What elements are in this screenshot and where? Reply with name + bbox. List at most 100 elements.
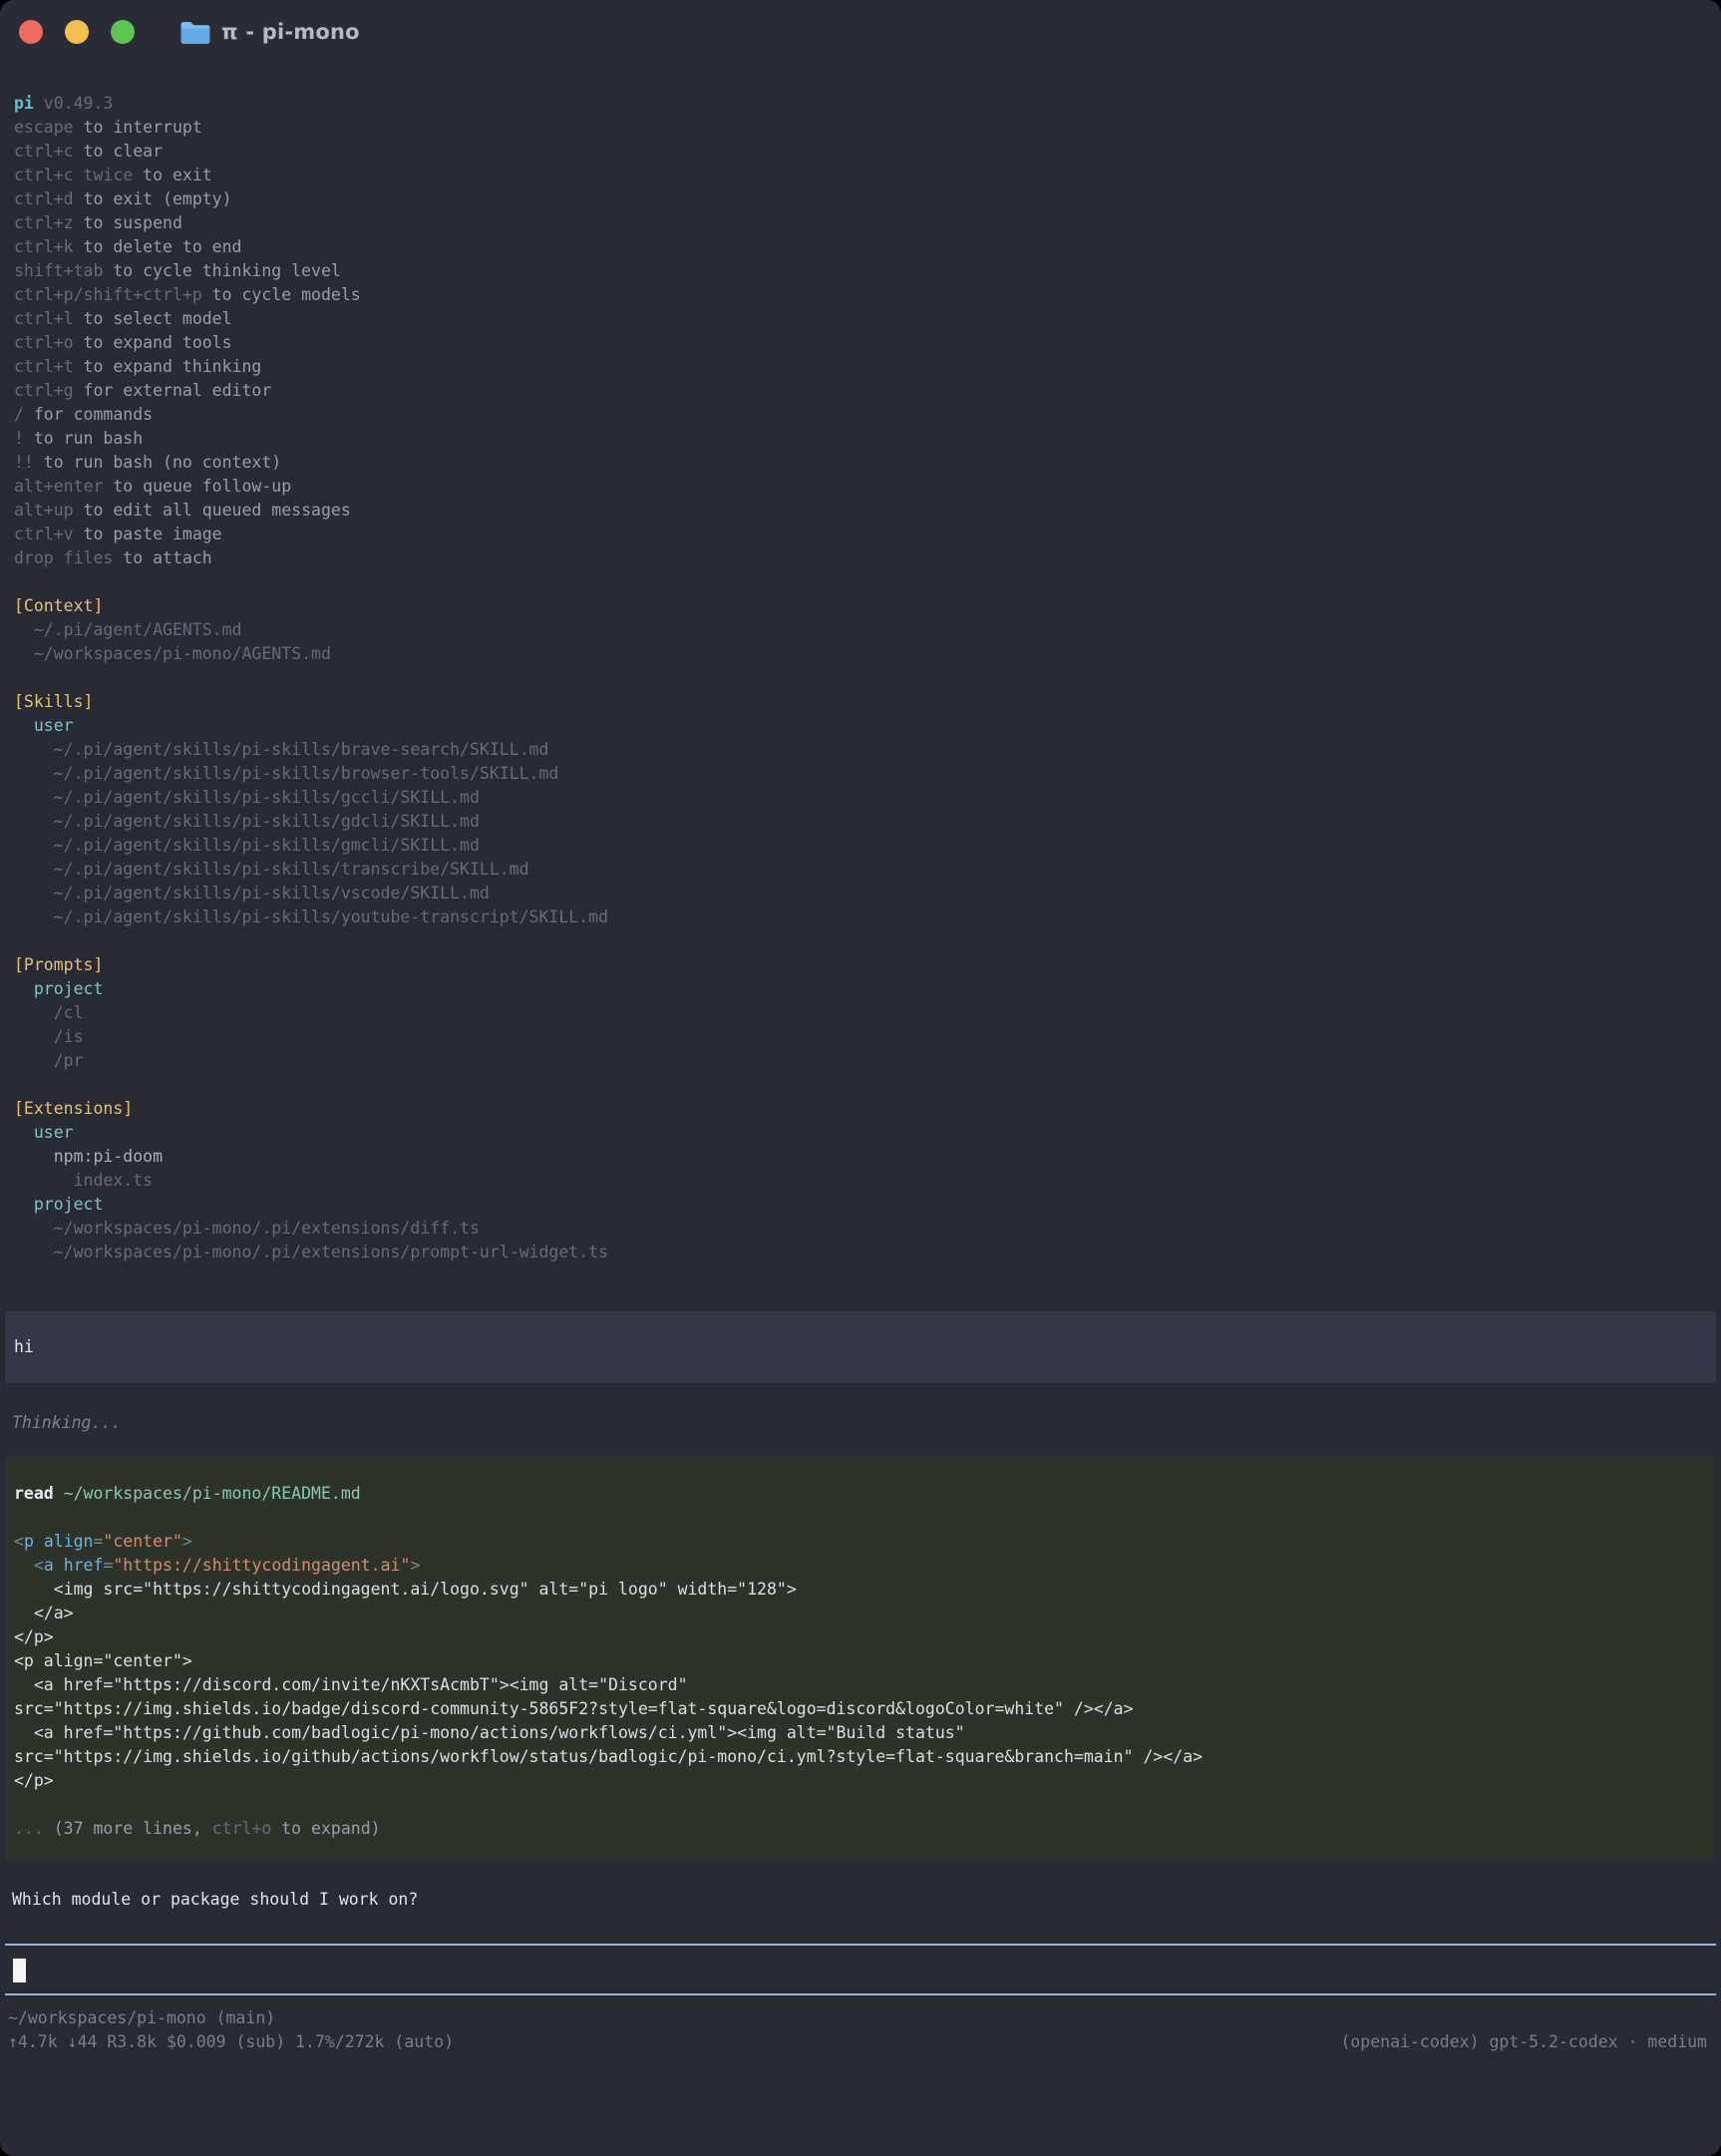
terminal-line: </a>: [14, 1602, 1706, 1625]
text-segment: [14, 1556, 34, 1575]
text-segment: ctrl+p/shift+ctrl+p: [14, 285, 202, 304]
text-segment: user: [14, 716, 74, 735]
close-button[interactable]: [19, 20, 43, 44]
terminal-line: alt+enter to queue follow-up: [14, 475, 1721, 499]
text-segment: !!: [14, 453, 34, 472]
terminal-line: </p>: [14, 1625, 1706, 1649]
assistant-question: Which module or package should I work on…: [0, 1888, 1721, 1912]
terminal-line: [14, 1793, 1706, 1817]
text-segment: /pr: [14, 1051, 84, 1070]
text-segment: to expand tools: [74, 333, 232, 352]
text-segment: to expand thinking: [74, 357, 262, 376]
text-segment: to expand): [271, 1819, 380, 1838]
text-segment: ~/.pi/agent/skills/pi-skills/gmcli/SKILL…: [14, 836, 480, 855]
prompt-input[interactable]: [5, 1944, 1716, 1995]
text-segment: for external editor: [74, 381, 272, 400]
terminal-line: ~/workspaces/pi-mono/AGENTS.md: [14, 642, 1721, 666]
text-segment: ctrl+o: [212, 1819, 272, 1838]
text-segment: >: [410, 1556, 420, 1575]
terminal-line: /cl: [14, 1001, 1721, 1025]
terminal-line: /is: [14, 1025, 1721, 1049]
text-segment: [34, 1532, 44, 1551]
text-cursor: [13, 1959, 26, 1982]
text-segment: (37 more lines,: [54, 1819, 212, 1838]
text-segment: to clear: [74, 142, 163, 161]
text-segment: to paste image: [74, 525, 222, 543]
terminal-line: project: [14, 977, 1721, 1001]
text-segment: read: [14, 1484, 54, 1503]
terminal-line: ctrl+c to clear: [14, 140, 1721, 164]
text-segment: ~/.pi/agent/skills/pi-skills/vscode/SKIL…: [14, 884, 490, 902]
text-segment: a: [44, 1556, 54, 1575]
text-segment: ↑4.7k ↓44 R3.8k $0.009 (sub) 1.7%/272k (…: [8, 2032, 454, 2051]
terminal-line: ctrl+k to delete to end: [14, 235, 1721, 259]
terminal-line: ~/.pi/agent/skills/pi-skills/gmcli/SKILL…: [14, 834, 1721, 858]
zoom-button[interactable]: [111, 20, 135, 44]
user-message-text: hi: [14, 1335, 1707, 1359]
text-segment: ...: [14, 1819, 54, 1838]
text-segment: escape: [14, 118, 74, 137]
text-segment: </p>: [14, 1771, 54, 1790]
terminal-line: src="https://img.shields.io/badge/discor…: [14, 1697, 1706, 1721]
terminal-line: ~/.pi/agent/skills/pi-skills/transcribe/…: [14, 858, 1721, 882]
text-segment: drop files: [14, 548, 113, 567]
text-segment: shift+tab: [14, 261, 103, 280]
user-message: hi: [5, 1311, 1716, 1383]
text-segment: <: [34, 1556, 44, 1575]
text-segment: to cycle models: [202, 285, 361, 304]
terminal-line: ctrl+z to suspend: [14, 211, 1721, 235]
text-segment: </a>: [14, 1604, 74, 1622]
terminal-line: ctrl+d to exit (empty): [14, 187, 1721, 211]
terminal-line: ctrl+c twice to exit: [14, 164, 1721, 187]
terminal-line: ~/workspaces/pi-mono/.pi/extensions/diff…: [14, 1217, 1721, 1241]
text-segment: >: [182, 1532, 192, 1551]
text-segment: ~/workspaces/pi-mono (main): [8, 2008, 275, 2027]
text-segment: ctrl+d: [14, 189, 74, 208]
text-segment: for commands: [24, 405, 153, 424]
text-segment: v0.49.3: [34, 94, 113, 113]
text-segment: /cl: [14, 1003, 84, 1022]
terminal-line: [14, 1506, 1706, 1530]
terminal-line: pi v0.49.3: [14, 92, 1721, 116]
text-segment: src="https://img.shields.io/github/actio…: [14, 1747, 1203, 1766]
terminal-line: user: [14, 714, 1721, 738]
text-segment: <img src="https://shittycodingagent.ai/l…: [14, 1580, 797, 1599]
terminal-line: ~/.pi/agent/AGENTS.md: [14, 618, 1721, 642]
text-segment: to select model: [74, 309, 232, 328]
terminal-line: ctrl+l to select model: [14, 307, 1721, 331]
help-text: pi v0.49.3escape to interruptctrl+c to c…: [0, 92, 1721, 570]
terminal-line: project: [14, 1193, 1721, 1217]
text-segment: ctrl+v: [14, 525, 74, 543]
text-segment: ctrl+c twice: [14, 166, 133, 184]
terminal-line: read ~/workspaces/pi-mono/README.md: [14, 1482, 1706, 1506]
text-segment: ctrl+z: [14, 213, 74, 232]
thinking-indicator: Thinking...: [0, 1411, 1721, 1435]
text-segment: ctrl+g: [14, 381, 74, 400]
text-segment: project: [14, 979, 103, 998]
text-segment: /is: [14, 1027, 84, 1046]
text-segment: =: [93, 1532, 103, 1551]
text-segment: ~/.pi/agent/skills/pi-skills/browser-too…: [14, 764, 558, 783]
text-segment: "https://shittycodingagent.ai": [113, 1556, 410, 1575]
text-segment: <p align="center">: [14, 1651, 192, 1670]
text-segment: to exit (empty): [74, 189, 232, 208]
terminal-line: ctrl+t to expand thinking: [14, 355, 1721, 379]
text-segment: alt+enter: [14, 477, 103, 496]
text-segment: project: [14, 1195, 103, 1214]
terminal-line: ctrl+p/shift+ctrl+p to cycle models: [14, 283, 1721, 307]
terminal-line: ! to run bash: [14, 427, 1721, 451]
window-titlebar: π - pi-mono: [0, 0, 1721, 64]
text-segment: [Skills]: [14, 692, 93, 711]
terminal-line: [Prompts]: [14, 953, 1721, 977]
terminal-line: npm:pi-doom: [14, 1145, 1721, 1169]
text-segment: </p>: [14, 1627, 54, 1646]
minimize-button[interactable]: [65, 20, 89, 44]
text-segment: to delete to end: [74, 237, 242, 256]
terminal-line: [14, 1073, 1721, 1097]
text-segment: <: [14, 1532, 24, 1551]
text-segment: pi: [14, 94, 34, 113]
terminal-line: ctrl+g for external editor: [14, 379, 1721, 403]
text-segment: align: [44, 1532, 94, 1551]
text-segment: !: [14, 429, 24, 448]
text-segment: ctrl+o: [14, 333, 74, 352]
